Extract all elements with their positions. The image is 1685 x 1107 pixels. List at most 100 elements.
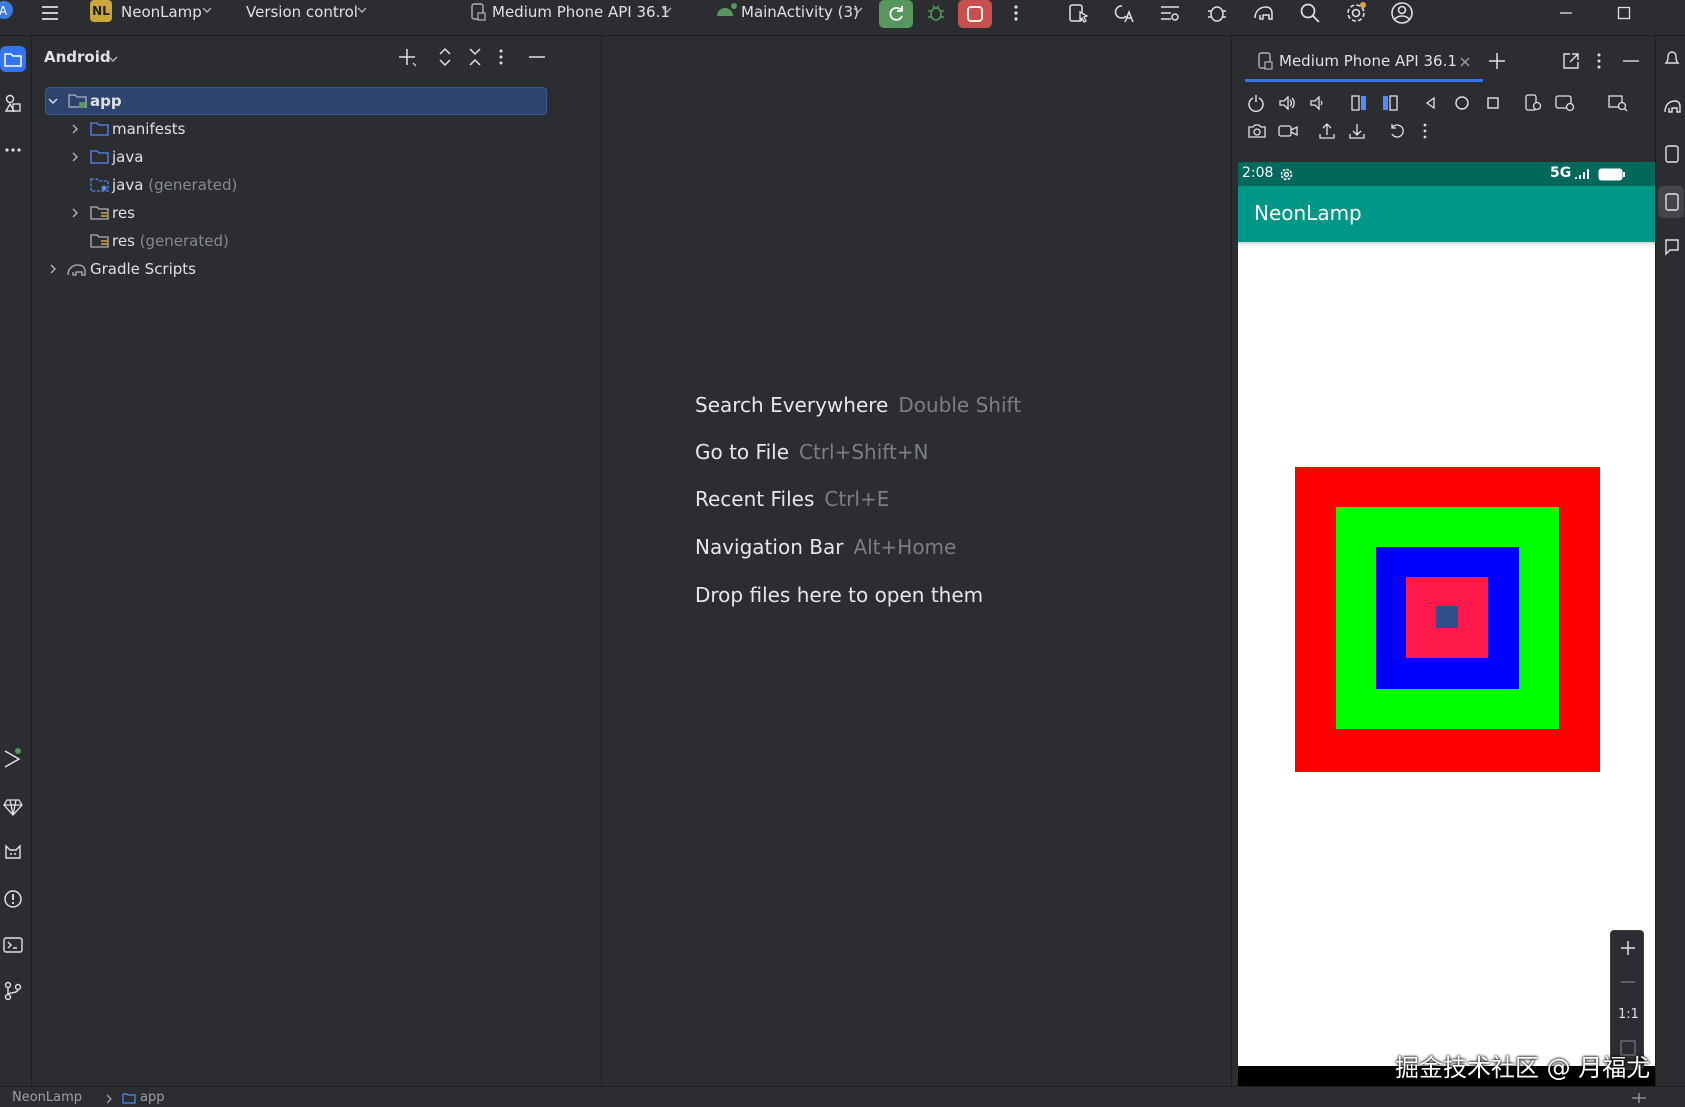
settings-button[interactable] — [1342, 0, 1370, 26]
maximize-window-button[interactable] — [1610, 0, 1638, 26]
android-run-config-icon — [717, 3, 737, 16]
download-icon[interactable] — [1348, 122, 1366, 140]
chevron-down-icon — [357, 7, 367, 13]
more-vertical-icon[interactable] — [1422, 122, 1428, 140]
chevron-right-icon — [50, 264, 56, 274]
project-badge[interactable]: NL — [90, 0, 112, 22]
close-icon[interactable] — [1460, 57, 1470, 67]
hide-panel-button[interactable] — [526, 46, 548, 68]
bug-icon — [928, 5, 944, 21]
rotate-right-icon[interactable] — [1381, 94, 1399, 112]
translate-button[interactable] — [1110, 0, 1138, 26]
gradle-icon[interactable] — [1662, 96, 1682, 116]
project-view-selector[interactable]: Android — [44, 48, 111, 66]
folder-icon — [4, 53, 22, 67]
add-device-tab-icon[interactable] — [1487, 51, 1507, 71]
device-selector[interactable]: Medium Phone API 36.1 — [492, 2, 670, 22]
stop-button[interactable] — [958, 0, 992, 28]
minimize-window-button[interactable] — [1552, 0, 1580, 26]
more-horizontal-icon — [5, 148, 21, 152]
notifications-icon[interactable] — [1662, 48, 1682, 68]
collapse-all-button[interactable] — [464, 46, 486, 68]
gradle-elephant-icon — [67, 264, 86, 276]
device-manager-button[interactable] — [1064, 0, 1092, 26]
open-external-icon[interactable] — [1562, 52, 1580, 70]
volume-down-icon[interactable] — [1309, 94, 1327, 112]
overview-icon[interactable] — [1484, 94, 1502, 112]
project-tool-button[interactable] — [0, 46, 26, 72]
zoom-in-icon[interactable] — [1619, 939, 1637, 957]
terminal-tool-button[interactable] — [0, 932, 26, 958]
running-devices-tool-button[interactable] — [1658, 186, 1684, 218]
project-name-dropdown[interactable]: NeonLamp — [121, 2, 202, 22]
account-button[interactable] — [1388, 0, 1416, 26]
power-save-icon[interactable] — [1630, 1091, 1648, 1105]
rerun-button[interactable] — [879, 0, 913, 28]
status-network: 5G — [1550, 165, 1572, 181]
run-tool-button[interactable] — [0, 746, 26, 772]
record-video-icon[interactable] — [1278, 122, 1298, 140]
svg-text:A: A — [0, 4, 8, 18]
device-tab[interactable]: Medium Phone API 36.1 — [1245, 36, 1483, 82]
search-everywhere-button[interactable] — [1296, 0, 1324, 26]
more-actions-button[interactable] — [1002, 0, 1030, 26]
app-toolbar: NeonLamp — [1238, 186, 1655, 242]
logcat-button[interactable] — [1156, 0, 1184, 26]
chevron-down-icon — [108, 56, 118, 62]
translate-icon — [1114, 5, 1134, 23]
options-button[interactable] — [498, 46, 512, 68]
rotate-left-icon[interactable] — [1350, 94, 1368, 112]
tree-label-manifests: manifests — [112, 120, 186, 138]
device-settings-icon[interactable] — [1524, 94, 1542, 112]
version-control-dropdown[interactable]: Version control — [246, 2, 358, 22]
editor-empty-state: Search Everywhere Double Shift Go to File… — [603, 36, 1230, 1086]
main-menu-icon[interactable] — [36, 0, 64, 26]
new-file-button[interactable] — [396, 46, 418, 68]
search-icon — [1300, 3, 1320, 23]
square-center-navy — [1436, 606, 1458, 628]
logcat-tool-button[interactable] — [0, 840, 26, 866]
list-settings-icon — [1161, 6, 1179, 21]
device-manager-icon[interactable] — [1662, 144, 1682, 164]
more-vertical-icon[interactable] — [1596, 52, 1602, 70]
emulator-screen[interactable]: 2:08 5G NeonLamp — [1238, 162, 1655, 1088]
app-inspection-button[interactable] — [1249, 0, 1277, 26]
zoom-actual-size-button[interactable]: 1:1 — [1618, 1007, 1639, 1022]
device-manager-icon — [1069, 4, 1089, 23]
resource-manager-button[interactable] — [0, 90, 26, 116]
breadcrumb-project[interactable]: NeonLamp — [12, 1090, 82, 1105]
tree-label-java-generated: java (generated) — [112, 176, 238, 194]
screen-inspect-icon[interactable] — [1608, 94, 1628, 112]
reset-icon[interactable] — [1388, 122, 1406, 140]
snapshot-icon[interactable] — [1555, 94, 1575, 112]
upload-icon[interactable] — [1318, 122, 1336, 140]
version-control-tool-button[interactable] — [0, 978, 26, 1004]
breadcrumb-module[interactable]: app — [140, 1090, 164, 1105]
resource-folder-icon — [90, 234, 109, 248]
camera-icon[interactable] — [1247, 122, 1267, 140]
run-configuration-selector[interactable]: MainActivity (3) — [741, 2, 859, 22]
power-icon[interactable] — [1247, 94, 1265, 112]
module-folder-icon — [68, 94, 87, 108]
more-tools-button[interactable] — [0, 137, 26, 163]
stop-icon — [967, 6, 983, 22]
cat-icon — [5, 844, 21, 859]
gradle-sync-button[interactable] — [1203, 0, 1231, 26]
debug-button[interactable] — [922, 0, 950, 26]
expand-icon — [439, 47, 451, 67]
bug-gear-icon — [1208, 6, 1226, 22]
maximize-icon — [1617, 6, 1631, 20]
problems-tool-button[interactable] — [0, 886, 26, 912]
minimize-icon — [1560, 12, 1572, 14]
warning-circle-icon — [4, 890, 22, 908]
device-explorer-icon[interactable] — [1662, 236, 1682, 256]
zoom-out-icon[interactable] — [1619, 973, 1637, 991]
volume-up-icon[interactable] — [1278, 94, 1296, 112]
minimize-icon[interactable] — [1622, 52, 1640, 70]
expand-all-button[interactable] — [434, 46, 456, 68]
build-tool-button[interactable] — [0, 794, 26, 820]
minimize-icon — [529, 56, 545, 58]
home-icon[interactable] — [1453, 94, 1471, 112]
back-icon[interactable] — [1422, 94, 1440, 112]
tree-label-res-generated: res (generated) — [112, 232, 229, 250]
